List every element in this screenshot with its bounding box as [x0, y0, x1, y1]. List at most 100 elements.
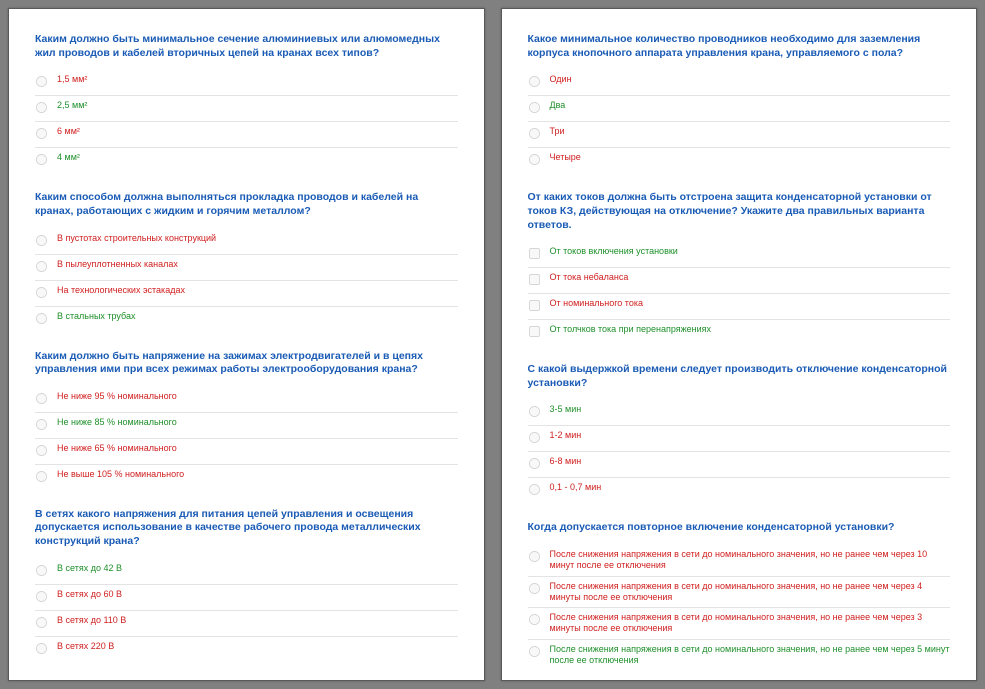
radio-icon[interactable]	[35, 469, 57, 486]
radio-icon[interactable]	[528, 644, 550, 661]
option-list: После снижения напряжения в сети до номи…	[528, 545, 951, 670]
option-row: Не выше 105 % номинального	[35, 465, 458, 490]
question-block: Каким должно быть напряжение на зажимах …	[35, 350, 458, 490]
checkbox-icon[interactable]	[528, 246, 550, 263]
radio-icon[interactable]	[35, 100, 57, 117]
option-row: 6 мм²	[35, 122, 458, 148]
option-label: В сетях 220 В	[57, 641, 458, 652]
radio-icon[interactable]	[35, 311, 57, 328]
option-row: От токов включения установки	[528, 242, 951, 268]
radio-icon[interactable]	[35, 615, 57, 632]
option-label: От токов включения установки	[550, 246, 951, 257]
option-row: В пустотах строительных конструкций	[35, 229, 458, 255]
option-label: 1-2 мин	[550, 430, 951, 441]
option-label: В сетях до 110 В	[57, 615, 458, 626]
option-row: После снижения напряжения в сети до номи…	[528, 640, 951, 671]
radio-icon[interactable]	[35, 74, 57, 91]
question-block: Каким должно быть минимальное сечение ал…	[35, 33, 458, 173]
option-row: В пылеуплотненных каналах	[35, 255, 458, 281]
option-list: Не ниже 95 % номинального Не ниже 85 % н…	[35, 387, 458, 490]
page-1: Каким должно быть минимальное сечение ал…	[8, 8, 485, 681]
option-list: В пустотах строительных конструкций В пы…	[35, 229, 458, 332]
question-block: Когда допускается повторное включение ко…	[528, 521, 951, 670]
option-row: От толчков тока при перенапряжениях	[528, 320, 951, 345]
option-row: После снижения напряжения в сети до номи…	[528, 545, 951, 577]
radio-icon[interactable]	[528, 152, 550, 169]
checkbox-icon[interactable]	[528, 298, 550, 315]
question-block: В сетях какого напряжения для питания це…	[35, 508, 458, 662]
radio-icon[interactable]	[528, 549, 550, 566]
option-label: 0,1 - 0,7 мин	[550, 482, 951, 493]
option-label: От номинального тока	[550, 298, 951, 309]
option-label: 6 мм²	[57, 126, 458, 137]
radio-icon[interactable]	[528, 100, 550, 117]
option-row: В сетях до 110 В	[35, 611, 458, 637]
option-row: На технологических эстакадах	[35, 281, 458, 307]
option-row: От тока небаланса	[528, 268, 951, 294]
option-label: Не ниже 95 % номинального	[57, 391, 458, 402]
radio-icon[interactable]	[35, 285, 57, 302]
question-block: Какое минимальное количество проводников…	[528, 33, 951, 173]
option-label: На технологических эстакадах	[57, 285, 458, 296]
option-row: 3-5 мин	[528, 400, 951, 426]
option-row: После снижения напряжения в сети до номи…	[528, 608, 951, 640]
option-row: В сетях до 60 В	[35, 585, 458, 611]
question-title: Каким должно быть минимальное сечение ал…	[35, 33, 458, 60]
option-label: В сетях до 60 В	[57, 589, 458, 600]
option-label: Не ниже 65 % номинального	[57, 443, 458, 454]
option-list: От токов включения установки От тока неб…	[528, 242, 951, 345]
option-row: Три	[528, 122, 951, 148]
question-block: С какой выдержкой времени следует произв…	[528, 363, 951, 503]
option-row: 6-8 мин	[528, 452, 951, 478]
option-row: После снижения напряжения в сети до номи…	[528, 577, 951, 609]
option-label: После снижения напряжения в сети до номи…	[550, 612, 951, 635]
question-title: Каким способом должна выполняться прокла…	[35, 191, 458, 218]
radio-icon[interactable]	[528, 456, 550, 473]
checkbox-icon[interactable]	[528, 324, 550, 341]
option-label: 3-5 мин	[550, 404, 951, 415]
option-label: Два	[550, 100, 951, 111]
radio-icon[interactable]	[35, 152, 57, 169]
document-viewport: Каким должно быть минимальное сечение ал…	[0, 0, 985, 689]
option-label: Четыре	[550, 152, 951, 163]
option-row: 1,5 мм²	[35, 70, 458, 96]
option-row: Не ниже 95 % номинального	[35, 387, 458, 413]
radio-icon[interactable]	[35, 126, 57, 143]
option-label: После снижения напряжения в сети до номи…	[550, 549, 951, 572]
radio-icon[interactable]	[35, 443, 57, 460]
option-list: В сетях до 42 В В сетях до 60 В В сетях …	[35, 559, 458, 662]
option-label: 4 мм²	[57, 152, 458, 163]
radio-icon[interactable]	[35, 391, 57, 408]
radio-icon[interactable]	[35, 233, 57, 250]
option-row: В сетях 220 В	[35, 637, 458, 662]
option-list: 1,5 мм² 2,5 мм² 6 мм² 4 мм²	[35, 70, 458, 173]
option-label: После снижения напряжения в сети до номи…	[550, 644, 951, 667]
radio-icon[interactable]	[35, 259, 57, 276]
question-title: Каким должно быть напряжение на зажимах …	[35, 350, 458, 377]
option-row: Не ниже 65 % номинального	[35, 439, 458, 465]
option-label: 6-8 мин	[550, 456, 951, 467]
radio-icon[interactable]	[528, 404, 550, 421]
option-label: В пылеуплотненных каналах	[57, 259, 458, 270]
option-label: Не выше 105 % номинального	[57, 469, 458, 480]
radio-icon[interactable]	[35, 563, 57, 580]
option-list: Один Два Три Четыре	[528, 70, 951, 173]
option-label: В сетях до 42 В	[57, 563, 458, 574]
option-label: 1,5 мм²	[57, 74, 458, 85]
radio-icon[interactable]	[35, 589, 57, 606]
question-title: С какой выдержкой времени следует произв…	[528, 363, 951, 390]
radio-icon[interactable]	[528, 482, 550, 499]
radio-icon[interactable]	[528, 430, 550, 447]
radio-icon[interactable]	[528, 126, 550, 143]
radio-icon[interactable]	[35, 641, 57, 658]
checkbox-icon[interactable]	[528, 272, 550, 289]
option-row: Не ниже 85 % номинального	[35, 413, 458, 439]
option-label: 2,5 мм²	[57, 100, 458, 111]
radio-icon[interactable]	[528, 74, 550, 91]
option-row: 4 мм²	[35, 148, 458, 173]
radio-icon[interactable]	[35, 417, 57, 434]
radio-icon[interactable]	[528, 612, 550, 629]
page-2: Какое минимальное количество проводников…	[501, 8, 978, 681]
option-label: От толчков тока при перенапряжениях	[550, 324, 951, 335]
radio-icon[interactable]	[528, 581, 550, 598]
